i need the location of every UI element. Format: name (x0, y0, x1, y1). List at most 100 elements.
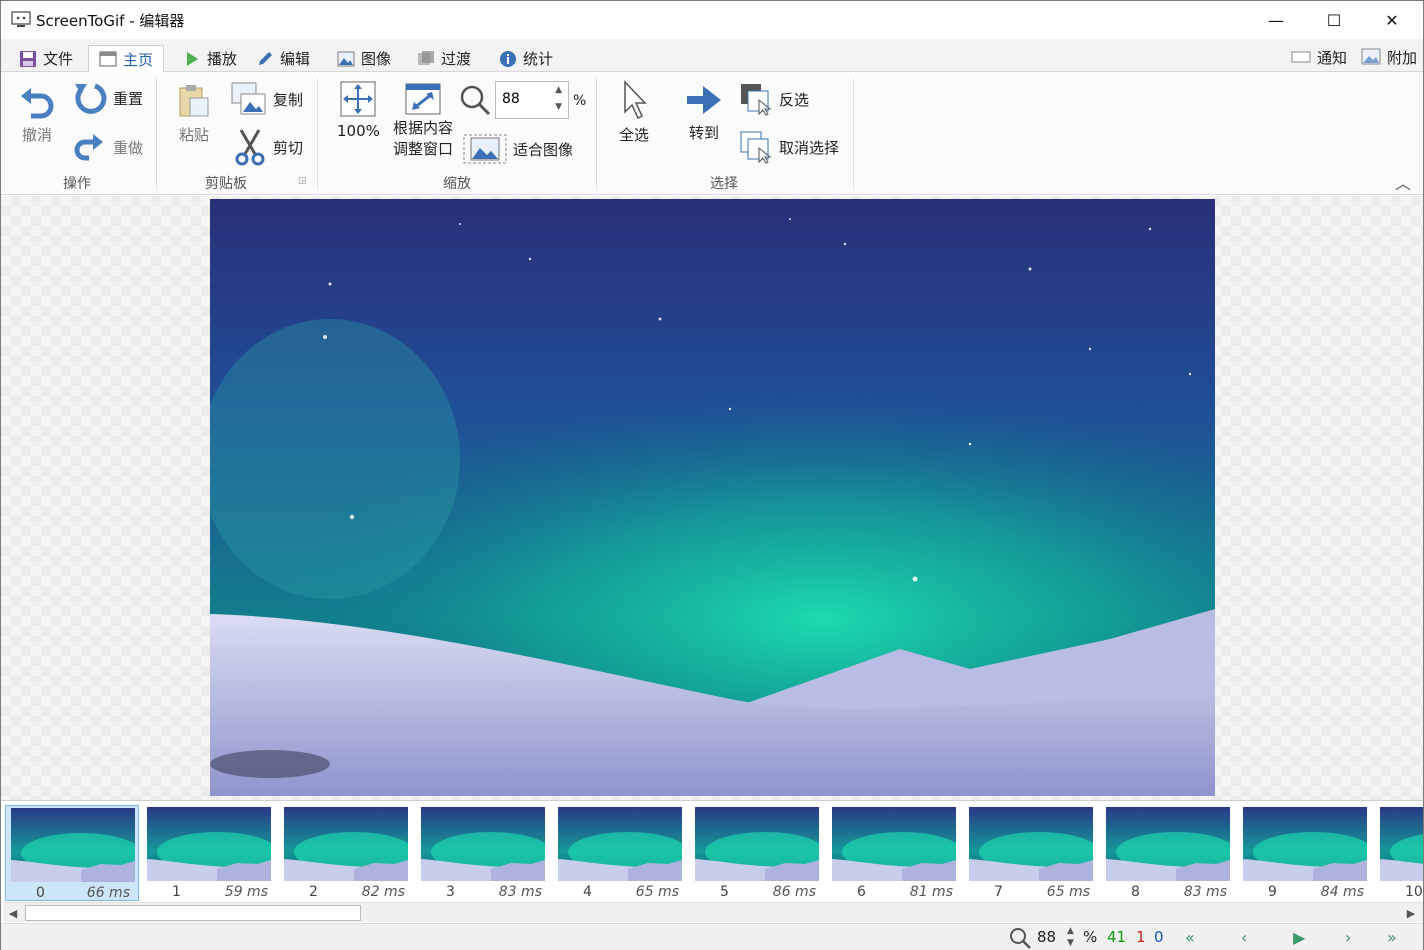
status-zoom-value[interactable]: 88 (1037, 928, 1056, 946)
frame-number: 3 (446, 884, 455, 900)
scroll-right-icon[interactable]: ▶ (1401, 903, 1421, 923)
play-pause-icon[interactable]: ▶ (1293, 928, 1305, 947)
goto-label: 转到 (688, 124, 719, 142)
frame-number: 9 (1268, 884, 1277, 900)
status-selected-count: 1 (1136, 928, 1146, 946)
notification-icon (1291, 51, 1311, 63)
frame-number: 5 (720, 884, 729, 900)
frame-item[interactable]: 8 83 ms (1101, 805, 1235, 901)
tab-image[interactable]: 图像 (327, 45, 401, 72)
deselect-icon (740, 131, 772, 164)
ribbon: 撤消 重置 重做 操作 粘贴 复制 剪切 剪贴板 ◲ 100% 根据内容 调整窗… (1, 72, 1423, 195)
frame-number: 7 (994, 884, 1003, 900)
status-spin-down-icon[interactable]: ▼ (1067, 938, 1074, 948)
last-frame-icon[interactable]: » (1387, 928, 1397, 947)
frame-delay: 66 ms (86, 885, 130, 901)
scroll-thumb[interactable] (25, 905, 361, 921)
frame-item[interactable]: 7 65 ms (964, 805, 1098, 901)
frame-item[interactable]: 2 82 ms (279, 805, 413, 901)
tab-file[interactable]: 文件 (9, 45, 83, 72)
frame-delay: 83 ms (498, 884, 542, 900)
frame-item[interactable]: 3 83 ms (416, 805, 550, 901)
fit-image-button[interactable]: 适合图像 (463, 134, 573, 164)
status-frame-count: 41 (1107, 928, 1127, 946)
reset-button[interactable]: 重置 (73, 80, 143, 116)
frame-delay: 84 ms (1320, 884, 1364, 900)
tab-label: 文件 (43, 50, 74, 68)
redo-button[interactable]: 重做 (73, 130, 143, 164)
undo-button[interactable]: 撤消 (17, 80, 57, 145)
ribbon-separator (853, 78, 854, 190)
status-bar: 88 ▲ ▼ % 41 1 0 « ‹ ▶ › » (1, 923, 1423, 950)
frame-delay: 65 ms (1046, 884, 1090, 900)
frame-thumbnail (832, 807, 956, 881)
frame-delay: 59 ms (224, 884, 268, 900)
title-bar: ScreenToGif - 编辑器 — ☐ ✕ (1, 1, 1423, 39)
collapse-ribbon-icon[interactable]: ︿ (1395, 170, 1411, 194)
zoom-100-button[interactable]: 100% (337, 80, 380, 140)
fit-window-icon (405, 83, 441, 115)
fit-content-button[interactable]: 根据内容 调整窗口 (393, 80, 453, 158)
paste-button[interactable]: 粘贴 (176, 82, 212, 145)
frame-item[interactable]: 1 59 ms (142, 805, 276, 901)
frame-item[interactable]: 5 86 ms (690, 805, 824, 901)
tab-play[interactable]: 播放 (173, 45, 247, 72)
current-frame-image[interactable] (210, 199, 1215, 796)
frame-item[interactable]: 10 (1375, 805, 1423, 901)
minimize-button[interactable]: — (1247, 1, 1305, 39)
first-frame-icon[interactable]: « (1185, 928, 1195, 947)
frame-delay: 81 ms (909, 884, 953, 900)
minimize-icon: — (1268, 10, 1284, 30)
previous-frame-icon[interactable]: ‹ (1241, 928, 1247, 947)
goto-button[interactable]: 转到 (685, 82, 723, 143)
next-frame-icon[interactable]: › (1345, 928, 1351, 947)
zoom-value-field[interactable] (502, 91, 542, 107)
fit-content-label-2: 调整窗口 (393, 140, 454, 158)
tab-transition[interactable]: 过渡 (407, 45, 481, 72)
group-label-actions: 操作 (63, 176, 91, 192)
frame-delay: 83 ms (1183, 884, 1227, 900)
zoom-input[interactable]: ▲ ▼ (495, 81, 569, 119)
play-icon (187, 51, 198, 66)
tab-statistics[interactable]: 统计 (489, 45, 563, 72)
fit-content-label-1: 根据内容 (393, 119, 454, 137)
frame-thumbnail (1106, 807, 1230, 881)
invert-selection-button[interactable]: 反选 (739, 82, 809, 116)
notify-button[interactable]: 通知 (1291, 45, 1347, 69)
maximize-button[interactable]: ☐ (1305, 1, 1363, 39)
select-all-button[interactable]: 全选 (617, 80, 651, 145)
spin-up-icon[interactable]: ▲ (555, 85, 562, 95)
frame-thumbnail (1380, 807, 1423, 881)
frame-number: 0 (36, 885, 45, 901)
cut-button[interactable]: 剪切 (233, 128, 303, 166)
extras-button[interactable]: 附加 (1361, 45, 1417, 69)
frame-item[interactable]: 0 66 ms (5, 805, 139, 901)
frame-strip: 0 66 ms 1 59 ms 2 82 ms 3 83 ms 4 65 ms 5 86 ms 6 81 … (1, 800, 1423, 903)
ribbon-separator (317, 78, 318, 190)
zoom-status-icon (1010, 928, 1031, 949)
editor-canvas (1, 196, 1423, 800)
copy-button[interactable]: 复制 (231, 82, 303, 116)
frame-thumbnail (969, 807, 1093, 881)
close-button[interactable]: ✕ (1363, 1, 1421, 39)
status-spin-up-icon[interactable]: ▲ (1067, 926, 1074, 936)
pencil-icon (259, 51, 272, 65)
frame-thumbnail (11, 808, 135, 882)
dialog-launcher-icon[interactable]: ◲ (298, 176, 307, 186)
transition-icon (418, 50, 434, 65)
spin-down-icon[interactable]: ▼ (555, 102, 562, 112)
deselect-button[interactable]: 取消选择 (739, 130, 839, 164)
frame-item[interactable]: 9 84 ms (1238, 805, 1372, 901)
cut-label: 剪切 (273, 138, 304, 157)
frame-item[interactable]: 4 65 ms (553, 805, 687, 901)
tab-home[interactable]: 主页 (88, 45, 165, 73)
frame-item[interactable]: 6 81 ms (827, 805, 961, 901)
frame-strip-scrollbar[interactable]: ◀ ▶ (3, 902, 1423, 922)
scroll-left-icon[interactable]: ◀ (3, 903, 23, 923)
status-current-frame: 0 (1154, 928, 1164, 946)
ribbon-separator (156, 78, 157, 190)
extras-image-icon (1361, 48, 1381, 65)
status-percent: % (1083, 928, 1098, 946)
tab-edit[interactable]: 编辑 (246, 45, 320, 72)
invert-selection-label: 反选 (779, 90, 810, 109)
